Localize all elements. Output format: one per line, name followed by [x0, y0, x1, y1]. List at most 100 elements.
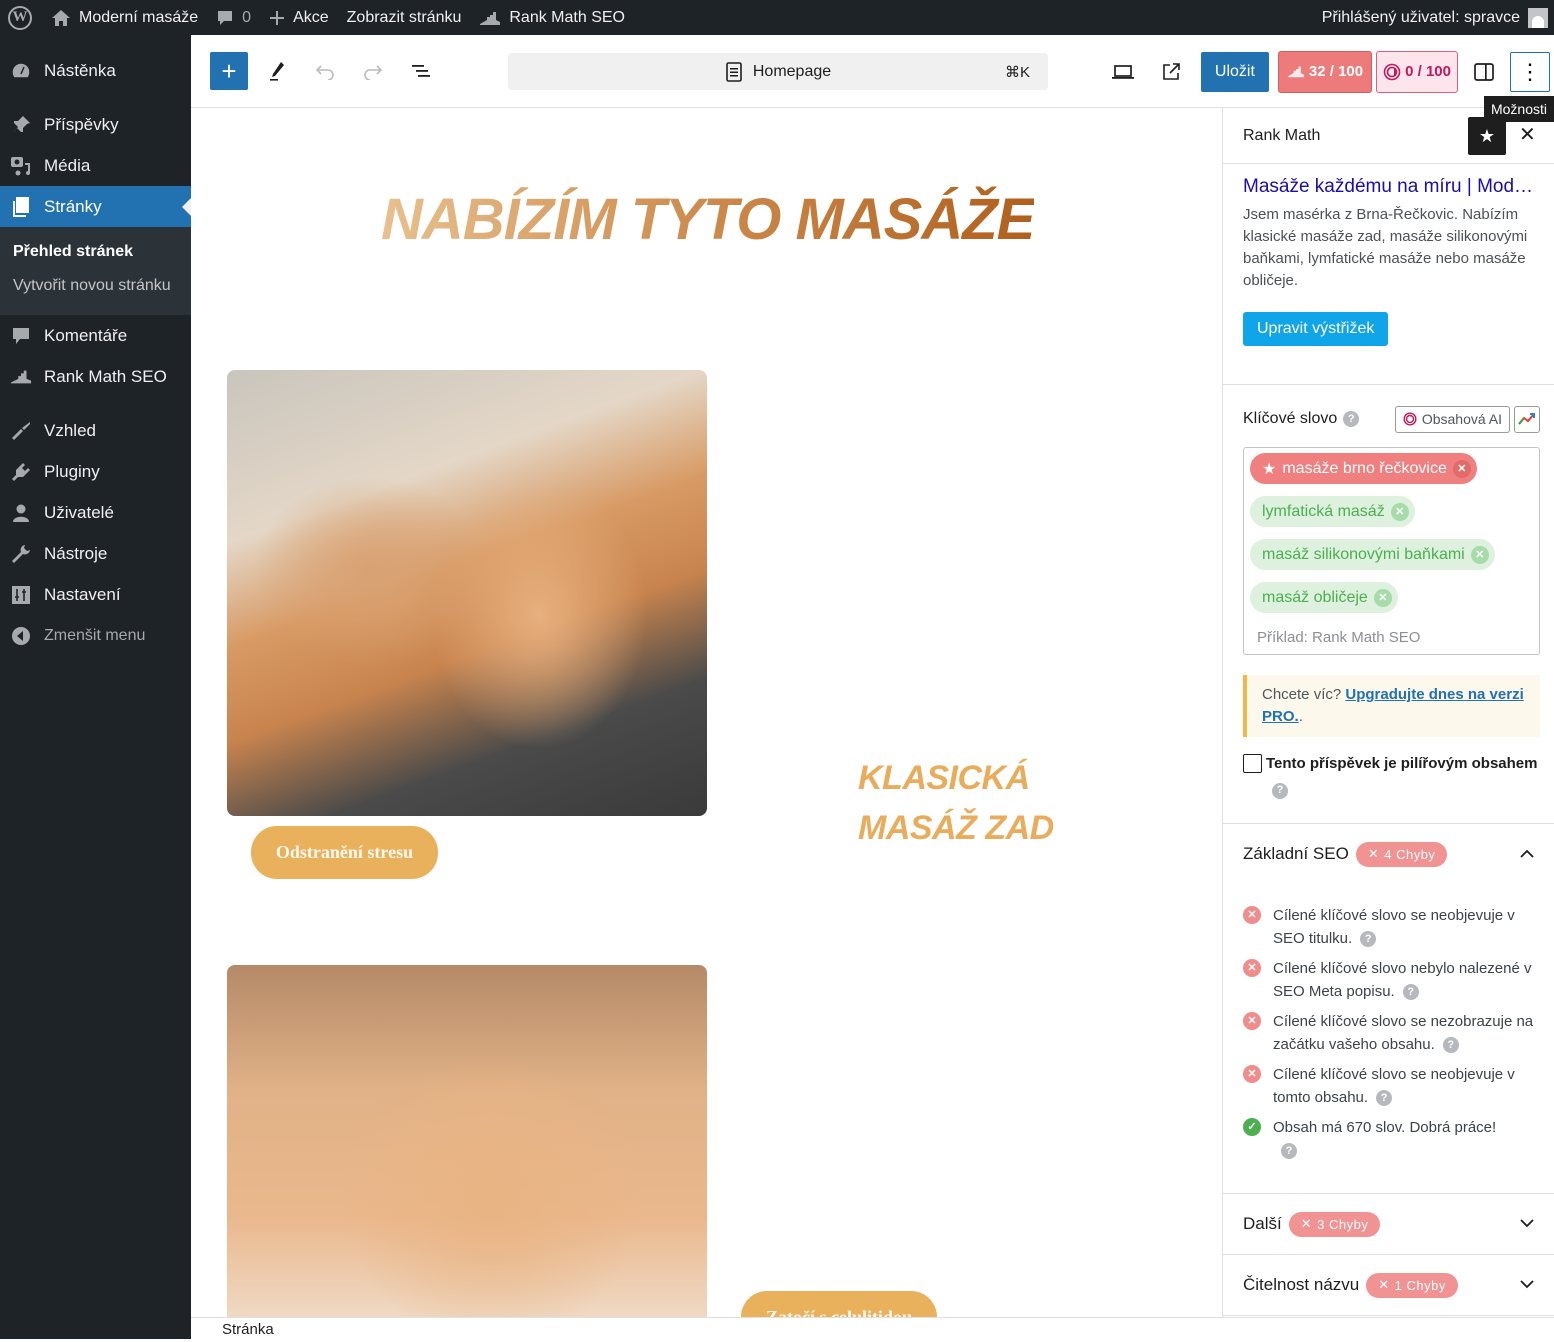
seo-score-button[interactable]: 32 / 100 — [1277, 50, 1373, 93]
keyword-input[interactable]: ★ masáže brno řečkovice ✕ lymfatická mas… — [1243, 447, 1540, 655]
save-button[interactable]: Uložit — [1200, 51, 1269, 92]
help-icon[interactable]: ? — [1360, 931, 1377, 948]
serp-title[interactable]: Masáže každému na míru | Moderní masáže — [1243, 174, 1534, 200]
content-ai-button[interactable]: Obsahová AI — [1394, 405, 1510, 433]
pencil-icon — [270, 62, 284, 81]
editor-canvas[interactable]: NABÍZÍM TYTO MASÁŽE Odstranění stresu KL… — [191, 108, 1222, 1317]
error-x-icon: ✕ — [1300, 1216, 1313, 1231]
rank-math-panel: Rank Math ★ ✕ Masáže každému na míru | M… — [1222, 108, 1554, 1317]
title-readability-toggle[interactable]: Čitelnost názvu ✕ 1 Chyby — [1223, 1255, 1554, 1315]
sidebar-item-rank-math[interactable]: Rank Math SEO — [0, 356, 191, 397]
section-title: Čitelnost názvu — [1243, 1275, 1360, 1294]
undo-button[interactable] — [306, 52, 344, 90]
redo-button[interactable] — [354, 52, 392, 90]
comments-link[interactable]: 0 — [207, 0, 260, 35]
sidebar-item-tools[interactable]: Nástroje — [0, 533, 191, 574]
more-vertical-icon: ⋮ — [1519, 58, 1541, 84]
trend-icon — [1518, 413, 1535, 425]
pin-panel-button[interactable]: ★ — [1468, 117, 1506, 155]
sidebar-item-users[interactable]: Uživatelé — [0, 492, 191, 533]
remove-keyword-icon[interactable]: ✕ — [1390, 502, 1409, 521]
submenu-add-new-page[interactable]: Vytvořit novou stránku — [0, 269, 191, 303]
help-icon[interactable]: ? — [1442, 1037, 1459, 1054]
options-menu-button[interactable]: ⋮ — [1510, 51, 1550, 92]
massage-image-back[interactable] — [227, 965, 707, 1317]
preview-button[interactable] — [1103, 52, 1143, 92]
desktop-icon — [1111, 64, 1134, 79]
close-panel-button[interactable]: ✕ — [1519, 122, 1536, 147]
error-badge: ✕ 1 Chyby — [1366, 1272, 1458, 1298]
document-overview-button[interactable] — [402, 52, 440, 90]
help-icon[interactable]: ? — [1281, 1143, 1297, 1160]
help-icon[interactable]: ? — [1272, 782, 1288, 799]
edit-snippet-button[interactable]: Upravit výstřižek — [1243, 312, 1389, 346]
cellulite-button[interactable]: Zatočí s celulitidou — [741, 1291, 937, 1317]
keyword-trends-button[interactable] — [1514, 405, 1540, 433]
tools-button[interactable] — [258, 52, 296, 90]
remove-keyword-icon[interactable]: ✕ — [1373, 588, 1392, 607]
pillar-content-checkbox[interactable] — [1243, 754, 1262, 773]
sidebar-item-appearance[interactable]: Vzhled — [0, 410, 191, 451]
help-icon[interactable]: ? — [1402, 984, 1419, 1001]
sidebar-item-label: Uživatelé — [44, 502, 114, 522]
sidebar-item-pages[interactable]: Stránky — [0, 186, 191, 227]
error-x-icon: ✕ — [1378, 1277, 1390, 1292]
basic-seo-toggle[interactable]: Základní SEO ✕ 4 Chyby — [1223, 824, 1554, 884]
secondary-keyword-tag[interactable]: lymfatická masáž ✕ — [1250, 496, 1415, 527]
serp-preview: Masáže každému na míru | Moderní masáže … — [1223, 164, 1554, 385]
comment-icon — [10, 325, 32, 347]
site-name-link[interactable]: Moderní masáže — [42, 0, 207, 35]
user-account[interactable]: Přihlášený uživatel: spravce — [1322, 7, 1554, 28]
sidebar-item-label: Příspěvky — [44, 114, 119, 134]
options-tooltip: Možnosti — [1483, 96, 1554, 122]
additional-toggle[interactable]: Další ✕ 3 Chyby — [1223, 1194, 1554, 1254]
seo-score: 32 / 100 — [1308, 63, 1364, 80]
content-ai-score-button[interactable]: 0 / 100 — [1376, 50, 1458, 93]
sidebar-item-comments[interactable]: Komentáře — [0, 315, 191, 356]
collapse-menu-button[interactable]: Zmenšit menu — [0, 615, 191, 656]
check-item: ✕ Cílené klíčové slovo se nezobrazuje na… — [1243, 1010, 1534, 1056]
section-title-classic-back-massage[interactable]: KLASICKÁ MASÁŽ ZAD — [858, 753, 1054, 853]
sidebar-item-label: Pluginy — [44, 461, 100, 481]
stress-relief-button[interactable]: Odstranění stresu — [251, 826, 438, 879]
pillar-content-label[interactable]: Tento příspěvek je pilířovým obsahem — [1266, 755, 1537, 772]
secondary-keyword-tag[interactable]: masáž silikonovými baňkami ✕ — [1250, 539, 1495, 570]
submenu-all-pages[interactable]: Přehled stránek — [0, 235, 191, 269]
focus-keyword-section: Klíčové slovo ? Obsahová AI ★ masáže brn… — [1223, 385, 1554, 824]
new-content-link[interactable]: Akce — [260, 0, 338, 35]
wordpress-logo-icon[interactable]: W — [8, 5, 32, 30]
notice-suffix: . — [1298, 708, 1303, 725]
help-icon[interactable]: ? — [1376, 1090, 1393, 1107]
breadcrumb-item[interactable]: Stránka — [222, 1321, 274, 1338]
upgrade-notice: Chcete víc? Upgradujte dnes na verzi PRO… — [1243, 675, 1540, 737]
sidebar-item-plugins[interactable]: Pluginy — [0, 451, 191, 492]
remove-keyword-icon[interactable]: ✕ — [1452, 459, 1471, 478]
secondary-keyword-tag[interactable]: masáž obličeje ✕ — [1250, 582, 1398, 613]
check-text: Cílené klíčové slovo se neobjevuje v SEO… — [1273, 907, 1515, 947]
keyword-text: masáž obličeje — [1262, 588, 1368, 606]
rank-math-link[interactable]: Rank Math SEO — [470, 0, 634, 35]
massage-image-neck[interactable] — [227, 370, 707, 816]
chevron-down-icon — [1520, 1215, 1534, 1233]
block-inserter-button[interactable]: + — [210, 52, 248, 90]
avatar — [1528, 7, 1548, 28]
sidebar-item-dashboard[interactable]: Nástěnka — [0, 50, 191, 91]
sidebar-item-settings[interactable]: Nastavení — [0, 574, 191, 615]
check-text: Obsah má 670 slov. Dobrá práce! — [1273, 1119, 1497, 1136]
page-heading[interactable]: NABÍZÍM TYTO MASÁŽE — [381, 186, 1035, 253]
keyword-text: masáže brno řečkovice — [1282, 459, 1447, 477]
sidebar-item-label: Komentáře — [44, 325, 128, 345]
view-page-label: Zobrazit stránku — [346, 8, 462, 26]
plus-icon — [269, 10, 285, 26]
settings-sidebar-toggle[interactable] — [1464, 52, 1504, 92]
remove-keyword-icon[interactable]: ✕ — [1470, 545, 1489, 564]
sidebar-item-media[interactable]: Média — [0, 145, 191, 186]
sidebar-item-posts[interactable]: Příspěvky — [0, 104, 191, 145]
view-page-button[interactable] — [1151, 52, 1191, 92]
command-palette-button[interactable]: Homepage ⌘K — [508, 53, 1048, 90]
star-icon: ★ — [1478, 125, 1496, 146]
help-icon[interactable]: ? — [1343, 411, 1360, 427]
star-icon: ★ — [1262, 460, 1277, 478]
primary-keyword-tag[interactable]: ★ masáže brno řečkovice ✕ — [1250, 453, 1477, 484]
view-page-link[interactable]: Zobrazit stránku — [338, 0, 471, 35]
